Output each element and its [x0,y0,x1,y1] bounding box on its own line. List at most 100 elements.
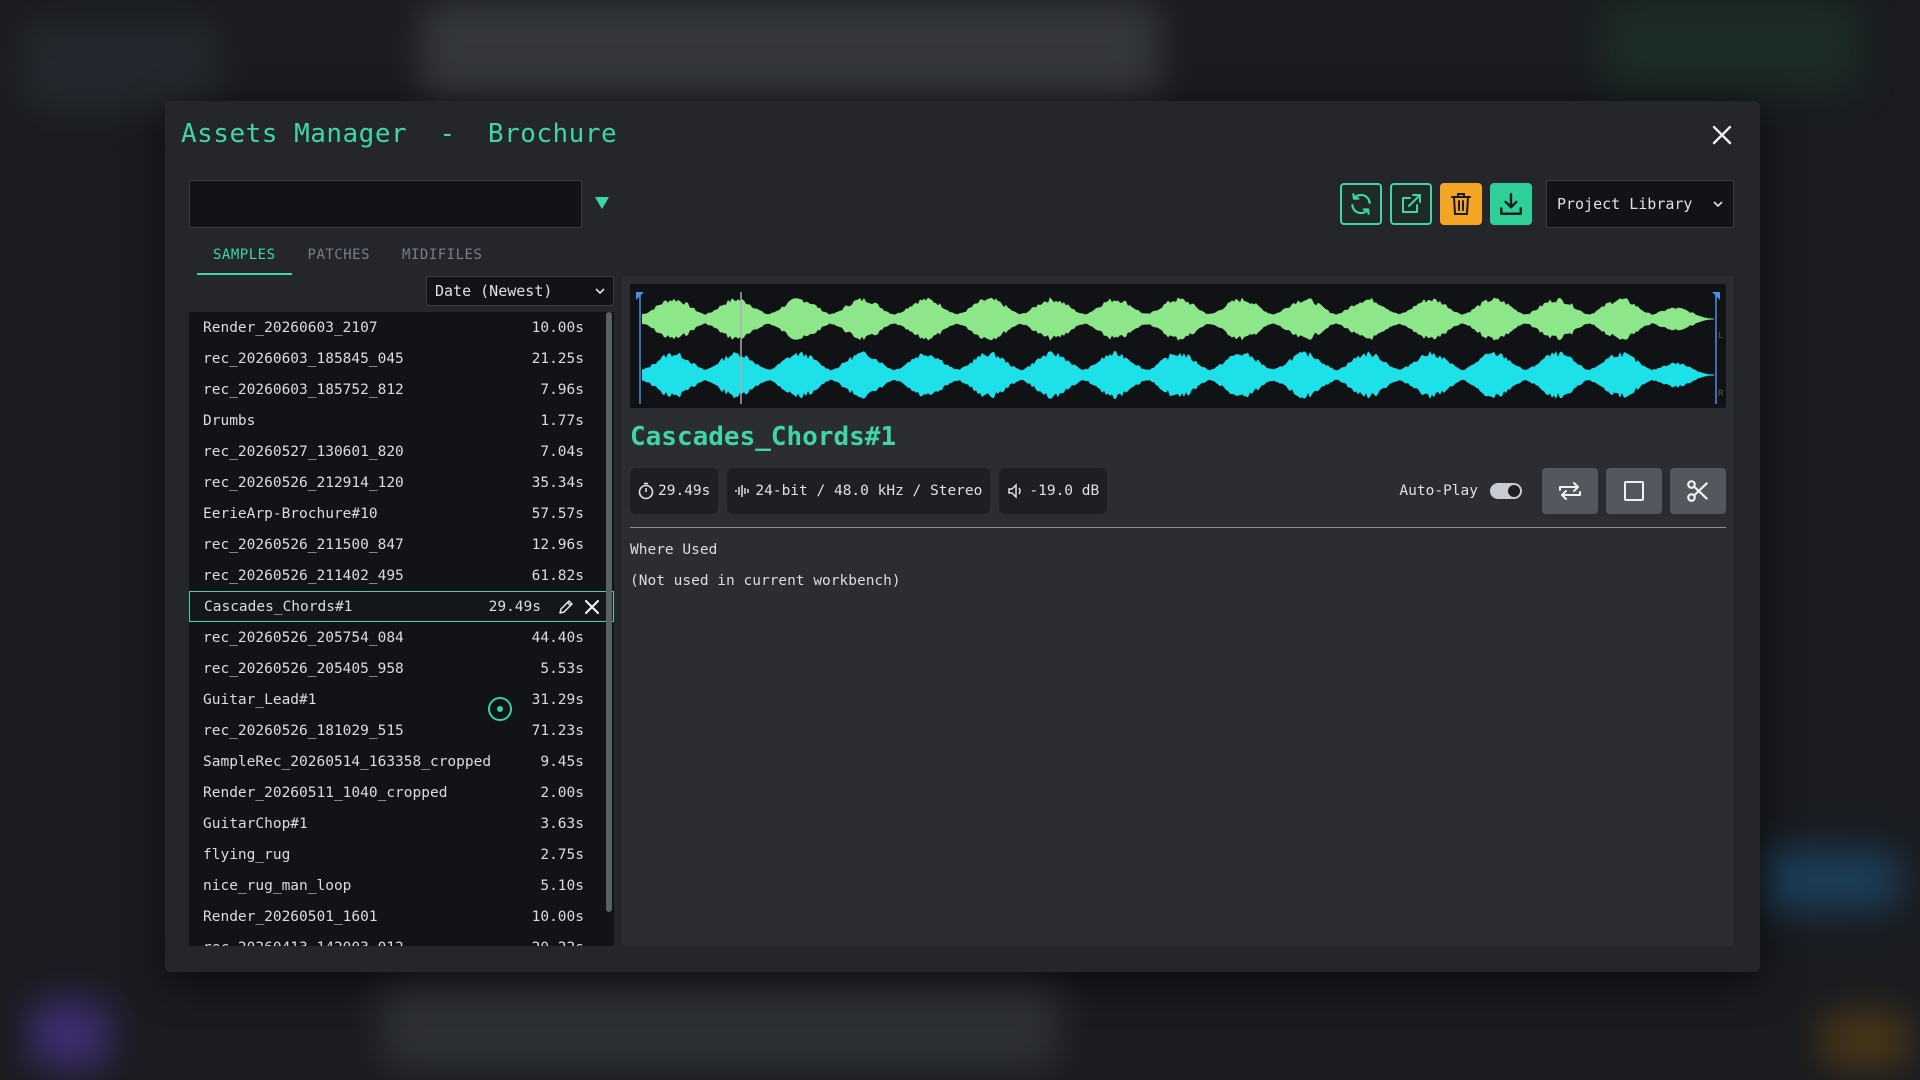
sample-duration: 2.00s [540,784,584,801]
sample-detail-panel: L R Cascades_Chords#1 29.49s 24-bit / 48… [622,276,1734,946]
refresh-icon [1351,193,1371,215]
list-item[interactable]: Render_20260511_1040_cropped 2.00s [189,777,614,808]
list-item[interactable]: rec_20260526_205405_958 5.53s [189,653,614,684]
triangle-down-icon [595,197,609,209]
sample-duration: 20.22s [514,940,584,947]
search-input[interactable] [189,180,582,228]
sample-name: SampleRec_20260514_163358_cropped [203,753,492,770]
sample-duration: 7.04s [540,443,584,460]
modal-title: Assets Manager - Brochure [181,119,618,149]
sample-name: GuitarChop#1 [203,815,308,832]
list-item[interactable]: rec_20260413_142003_01220.22s [189,932,614,947]
sample-name: EerieArp-Brochure#10 [203,505,378,522]
level-value: -19.0 dB [1029,483,1100,499]
list-item[interactable]: GuitarChop#1 3.63s [189,808,614,839]
stop-icon [1624,481,1644,501]
scroll-thumb[interactable] [606,312,612,912]
scrollbar[interactable] [606,312,612,946]
toolbar: Project Library [1340,180,1734,228]
list-item[interactable]: nice_rug_man_loop 5.10s [189,870,614,901]
list-item[interactable]: Drumbs 1.77s [189,405,614,436]
sample-title: Cascades_Chords#1 [630,422,897,452]
duration-chip: 29.49s [630,468,719,514]
list-item[interactable]: Guitar_Lead#1 31.29s [189,684,614,715]
audio-wave-icon [735,485,750,497]
sample-name: rec_20260526_205754_084 [203,629,404,646]
download-icon [1500,193,1522,215]
sort-select[interactable]: Date (Newest) [426,276,614,306]
close-icon [1712,125,1732,145]
list-item[interactable]: Cascades_Chords#1 29.49s [189,591,614,622]
autoplay-label: Auto-Play [1399,483,1478,499]
waveform-channel-left [642,297,1714,341]
sample-duration: 10.00s [531,319,584,336]
sample-duration: 3.63s [540,815,584,832]
list-item[interactable]: Render_20260501_1601 10.00s [189,901,614,932]
format-chip: 24-bit / 48.0 kHz / Stereo [727,468,991,514]
chevron-down-icon [1713,201,1723,208]
speaker-icon [1008,483,1022,499]
sample-name: flying_rug [203,846,291,863]
format-value: 24-bit / 48.0 kHz / Stereo [755,483,983,499]
tab-patches[interactable]: PATCHES [292,241,387,275]
filter-dropdown-toggle[interactable] [591,192,613,214]
refresh-button[interactable] [1340,183,1382,225]
sample-name: rec_20260603_185845_045 [203,350,404,367]
sample-duration: 61.82s [531,567,584,584]
list-item[interactable]: SampleRec_20260514_163358_cropped 9.45s [189,746,614,777]
waveform-graphic: L R [636,292,1724,404]
list-item[interactable]: rec_20260526_181029_515 71.23s [189,715,614,746]
pencil-icon [559,599,573,614]
sample-name: Render_20260501_1601 [203,908,378,925]
sample-name: Render_20260603_2107 [203,319,378,336]
sample-duration: 9.45s [540,753,584,770]
sample-name: rec_20260603_185752_812 [203,381,404,398]
rename-button[interactable] [553,595,579,619]
list-item[interactable]: flying_rug 2.75s [189,839,614,870]
sample-name: rec_20260526_211500_847 [203,536,404,553]
library-select[interactable]: Project Library [1546,180,1734,228]
autoplay-toggle[interactable] [1490,483,1522,499]
channel-right-label: R [1718,389,1724,399]
download-button[interactable] [1490,183,1532,225]
where-used-label: Where Used [630,542,718,558]
delete-button[interactable] [1440,183,1482,225]
sample-name: rec_20260527_130601_820 [203,443,404,460]
list-item[interactable]: rec_20260526_211402_495 61.82s [189,560,614,591]
stop-button[interactable] [1606,468,1662,514]
loop-icon [1559,482,1581,500]
sample-name: nice_rug_man_loop [203,877,352,894]
sample-name: rec_20260526_181029_515 [203,722,404,739]
sample-duration: 5.53s [540,660,584,677]
sample-name: Render_20260511_1040_cropped [203,784,448,801]
tab-samples[interactable]: SAMPLES [197,241,292,275]
loop-button[interactable] [1542,468,1598,514]
tab-midifiles[interactable]: MIDIFILES [386,241,498,275]
list-item[interactable]: rec_20260603_185752_812 7.96s [189,374,614,405]
sample-duration: 44.40s [531,629,584,646]
sample-name: rec_20260526_205405_958 [203,660,404,677]
list-item[interactable]: Render_20260603_2107 10.00s [189,312,614,343]
list-item[interactable]: rec_20260526_205754_084 44.40s [189,622,614,653]
sample-name: rec_20260526_212914_120 [203,474,404,491]
list-item[interactable]: rec_20260526_211500_847 12.96s [189,529,614,560]
close-button[interactable] [1706,119,1738,151]
divider [630,527,1726,528]
list-item[interactable]: EerieArp-Brochure#10 57.57s [189,498,614,529]
sample-duration: 5.10s [540,877,584,894]
trim-button[interactable] [1670,468,1726,514]
list-item[interactable]: rec_20260527_130601_820 7.04s [189,436,614,467]
remove-button[interactable] [579,595,605,619]
sample-name: Drumbs [203,412,256,429]
channel-left-label: L [1718,331,1723,341]
sample-duration: 7.96s [540,381,584,398]
scissors-icon [1687,480,1708,502]
open-external-button[interactable] [1390,183,1432,225]
sample-name: rec_20260526_211402_495 [203,567,404,584]
waveform-display[interactable]: L R [630,284,1726,408]
list-item[interactable]: rec_20260526_212914_120 35.34s [189,467,614,498]
sample-name: Guitar_Lead#1 [203,691,317,708]
close-icon [584,599,600,614]
sample-duration: 1.77s [540,412,584,429]
list-item[interactable]: rec_20260603_185845_045 21.25s [189,343,614,374]
